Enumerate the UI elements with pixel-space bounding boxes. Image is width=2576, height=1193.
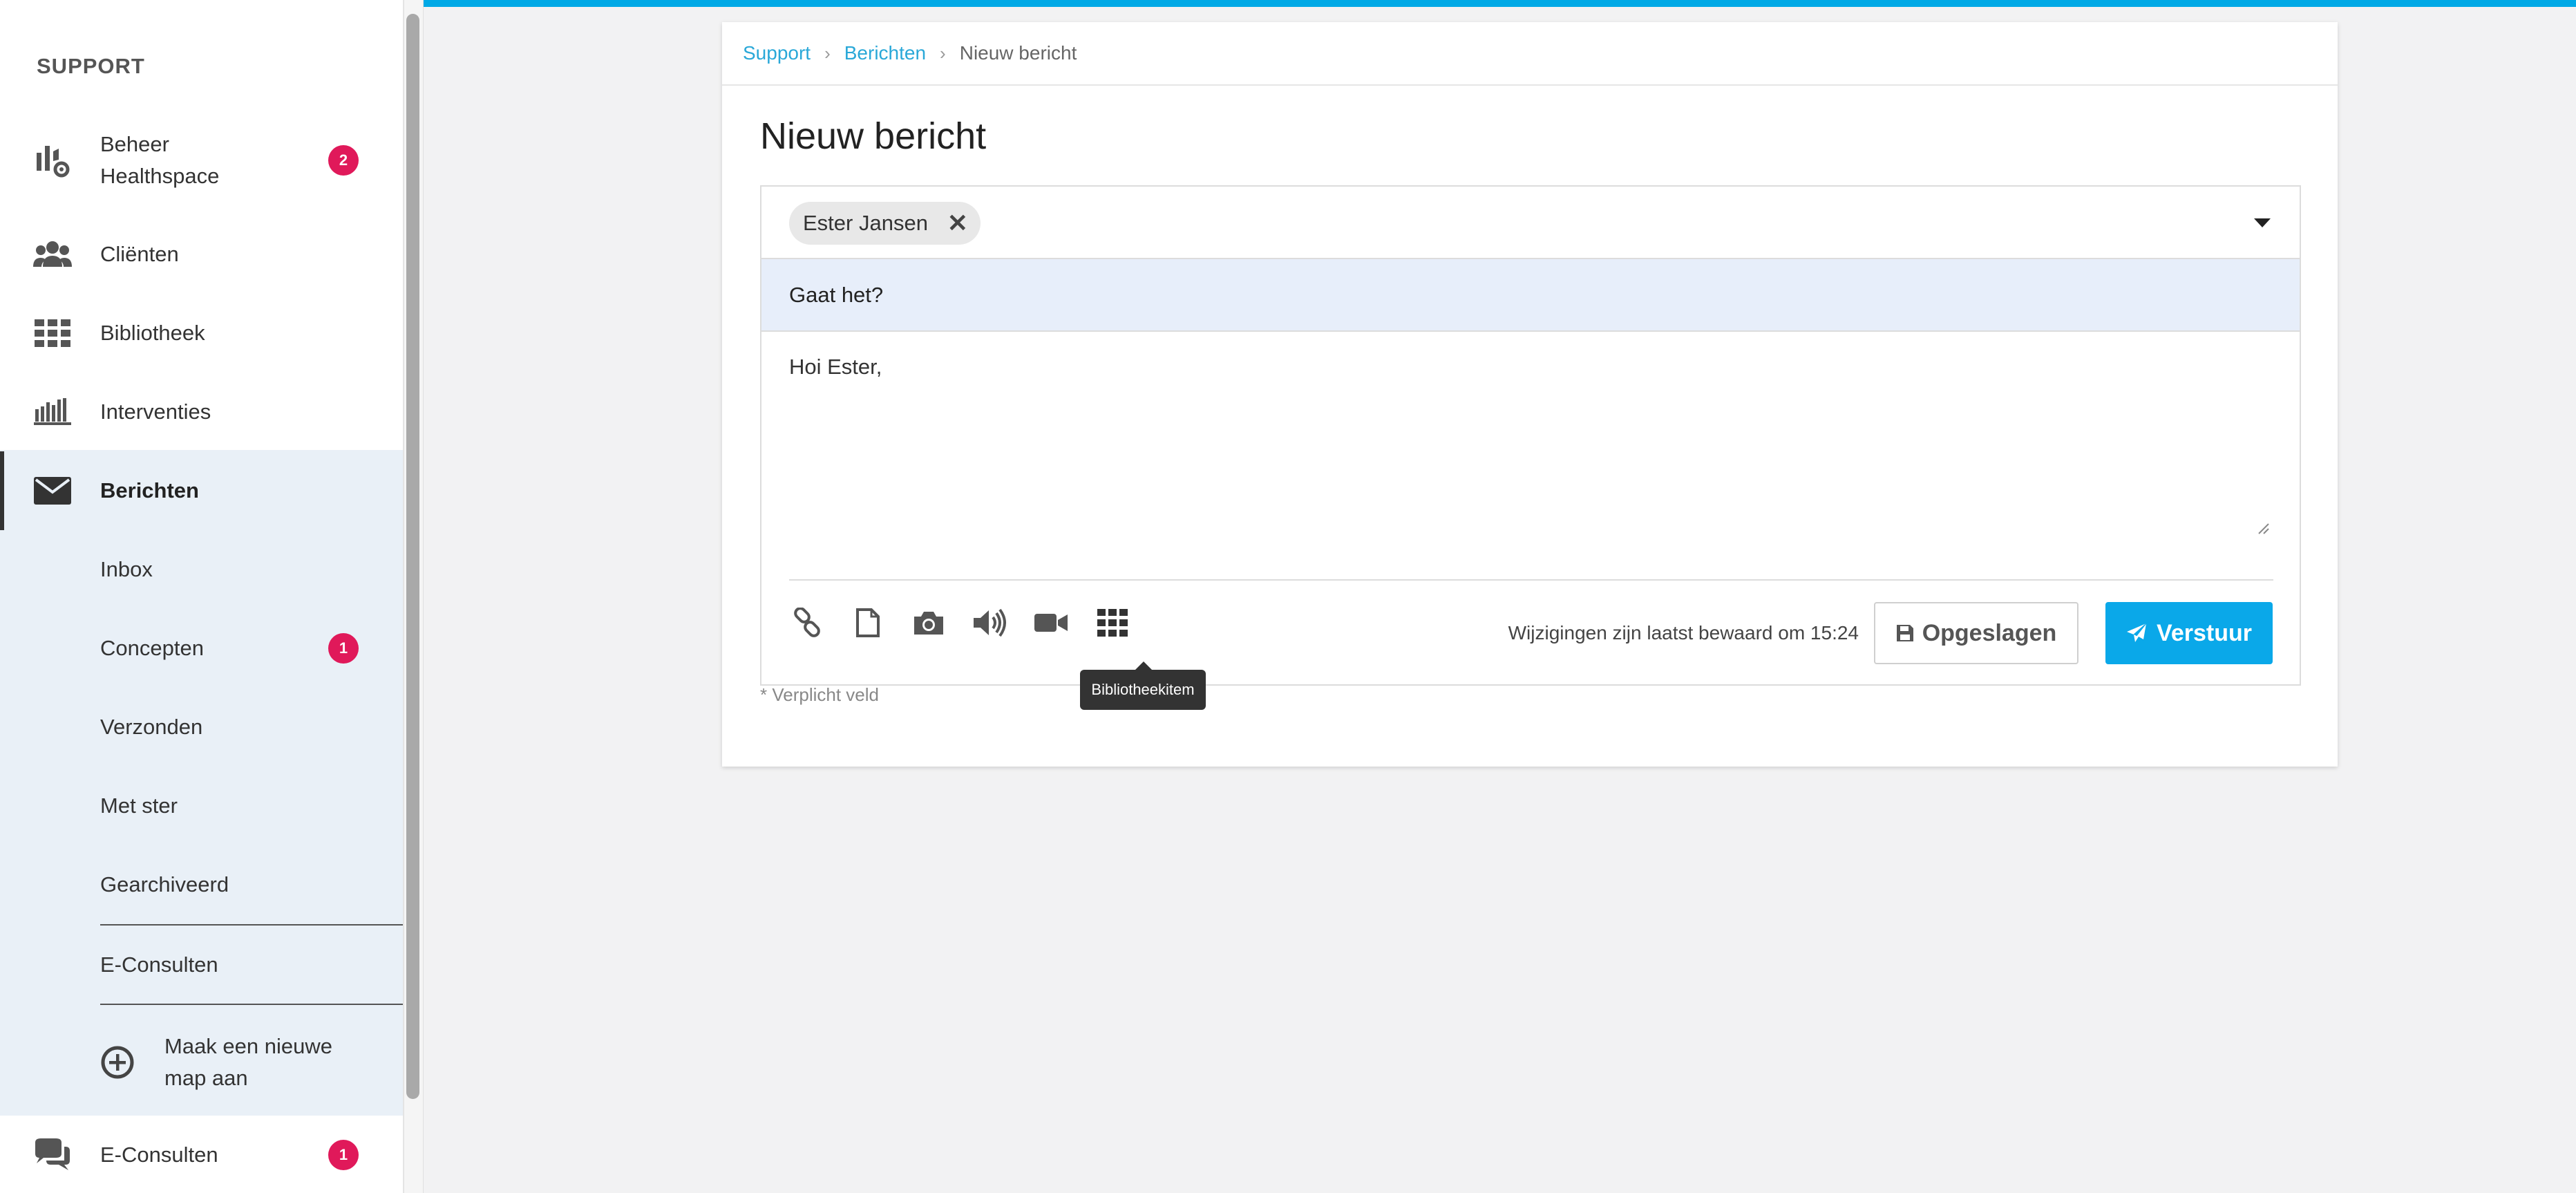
chevron-down-icon[interactable] [2254, 218, 2271, 227]
recipient-chip: Ester Jansen ✕ [789, 202, 981, 245]
sidebar-item-interventies[interactable]: Interventies [0, 373, 403, 451]
sidebar-item-label: Bibliotheek [100, 321, 205, 345]
file-icon[interactable] [850, 605, 886, 641]
send-button[interactable]: Verstuur [2105, 602, 2273, 664]
sidebar-item-bibliotheek[interactable]: Bibliotheek [0, 294, 403, 373]
required-field-note: * Verplicht veld [760, 684, 879, 705]
sidebar-header: SUPPORT [37, 54, 145, 78]
buildings-gear-icon [33, 141, 72, 180]
sidebar-item-label: Beheer Healthspace [100, 132, 220, 188]
chat-bubbles-icon [33, 1136, 72, 1174]
sidebar: SUPPORT Beheer Healthspace 2 Cliënten Bi… [0, 0, 404, 1193]
sidebar-item-label: Inbox [100, 557, 153, 581]
sidebar-new-folder-button[interactable]: Maak een nieuwe map aan [0, 1023, 403, 1102]
autosave-status: Wijzigingen zijn laatst bewaard om 15:24 [1508, 622, 1859, 644]
sidebar-item-label: Concepten [100, 636, 204, 660]
notification-badge: 1 [328, 1140, 359, 1170]
breadcrumb-berichten[interactable]: Berichten [844, 42, 926, 64]
sidebar-divider [100, 1004, 403, 1005]
notification-badge: 2 [328, 145, 359, 176]
plus-circle-icon [98, 1043, 137, 1082]
breadcrumb-current: Nieuw bericht [959, 42, 1077, 64]
subject-field[interactable]: Gaat het? [761, 259, 2300, 332]
remove-recipient-icon[interactable]: ✕ [947, 211, 968, 236]
sidebar-item-berichten[interactable]: Berichten [0, 451, 403, 530]
bookshelf-icon [33, 393, 72, 431]
grid-icon [33, 314, 72, 353]
envelope-icon [33, 471, 72, 510]
recipient-field[interactable]: Ester Jansen ✕ [761, 187, 2300, 259]
save-button[interactable]: Opgeslagen [1874, 602, 2078, 664]
library-grid-icon[interactable] [1095, 605, 1130, 641]
sidebar-new-folder-label: Maak een nieuwe map aan [164, 1034, 332, 1090]
video-icon[interactable] [1033, 605, 1069, 641]
breadcrumb-separator-icon: › [940, 42, 946, 64]
toolbar-divider [789, 579, 2273, 581]
save-button-label: Opgeslagen [1922, 619, 2057, 646]
recipient-chip-label: Ester Jansen [803, 211, 928, 235]
sidebar-item-inbox[interactable]: Inbox [0, 530, 403, 609]
top-accent-bar [424, 0, 2576, 7]
breadcrumb-separator-icon: › [824, 42, 831, 64]
sidebar-item-label: Met ster [100, 793, 178, 818]
breadcrumb-support[interactable]: Support [743, 42, 811, 64]
tooltip: Bibliotheekitem [1080, 661, 1206, 710]
notification-badge: 1 [328, 633, 359, 664]
sidebar-item-e-consulten-folder[interactable]: E-Consulten [0, 926, 403, 1004]
sidebar-item-label: Berichten [100, 478, 199, 502]
message-body-field[interactable]: Hoi Ester, [789, 353, 2275, 532]
sidebar-item-e-consulten[interactable]: E-Consulten 1 [0, 1117, 403, 1193]
sidebar-item-label: Cliënten [100, 242, 179, 266]
users-icon [33, 235, 72, 274]
sidebar-item-concepten[interactable]: Concepten 1 [0, 609, 403, 688]
sidebar-item-gearchiveerd[interactable]: Gearchiveerd [0, 845, 403, 924]
audio-icon[interactable] [972, 605, 1007, 641]
floppy-disk-icon [1896, 625, 1913, 641]
paper-plane-icon [2127, 623, 2147, 642]
sidebar-item-label: Gearchiveerd [100, 872, 229, 896]
link-icon[interactable] [789, 605, 825, 641]
sidebar-item-label: E-Consulten [100, 1143, 218, 1167]
message-card: Support › Berichten › Nieuw bericht Nieu… [722, 22, 2338, 767]
message-composer: Ester Jansen ✕ Gaat het? Hoi Ester, Wijz… [760, 185, 2301, 710]
sidebar-item-verzonden[interactable]: Verzonden [0, 688, 403, 767]
breadcrumb: Support › Berichten › Nieuw bericht [722, 22, 2338, 86]
sidebar-item-beheer-healthspace[interactable]: Beheer Healthspace 2 [0, 121, 403, 200]
sidebar-scrollbar[interactable] [406, 14, 419, 1099]
send-button-label: Verstuur [2157, 619, 2252, 646]
sidebar-item-met-ster[interactable]: Met ster [0, 767, 403, 845]
camera-icon[interactable] [911, 605, 947, 641]
sidebar-item-clienten[interactable]: Cliënten [0, 215, 403, 294]
resize-handle-icon[interactable] [2256, 521, 2270, 535]
sidebar-item-label: Verzonden [100, 715, 203, 739]
sidebar-item-label: Interventies [100, 400, 211, 424]
sidebar-item-label: E-Consulten [100, 952, 218, 977]
page-title: Nieuw bericht [760, 115, 987, 157]
